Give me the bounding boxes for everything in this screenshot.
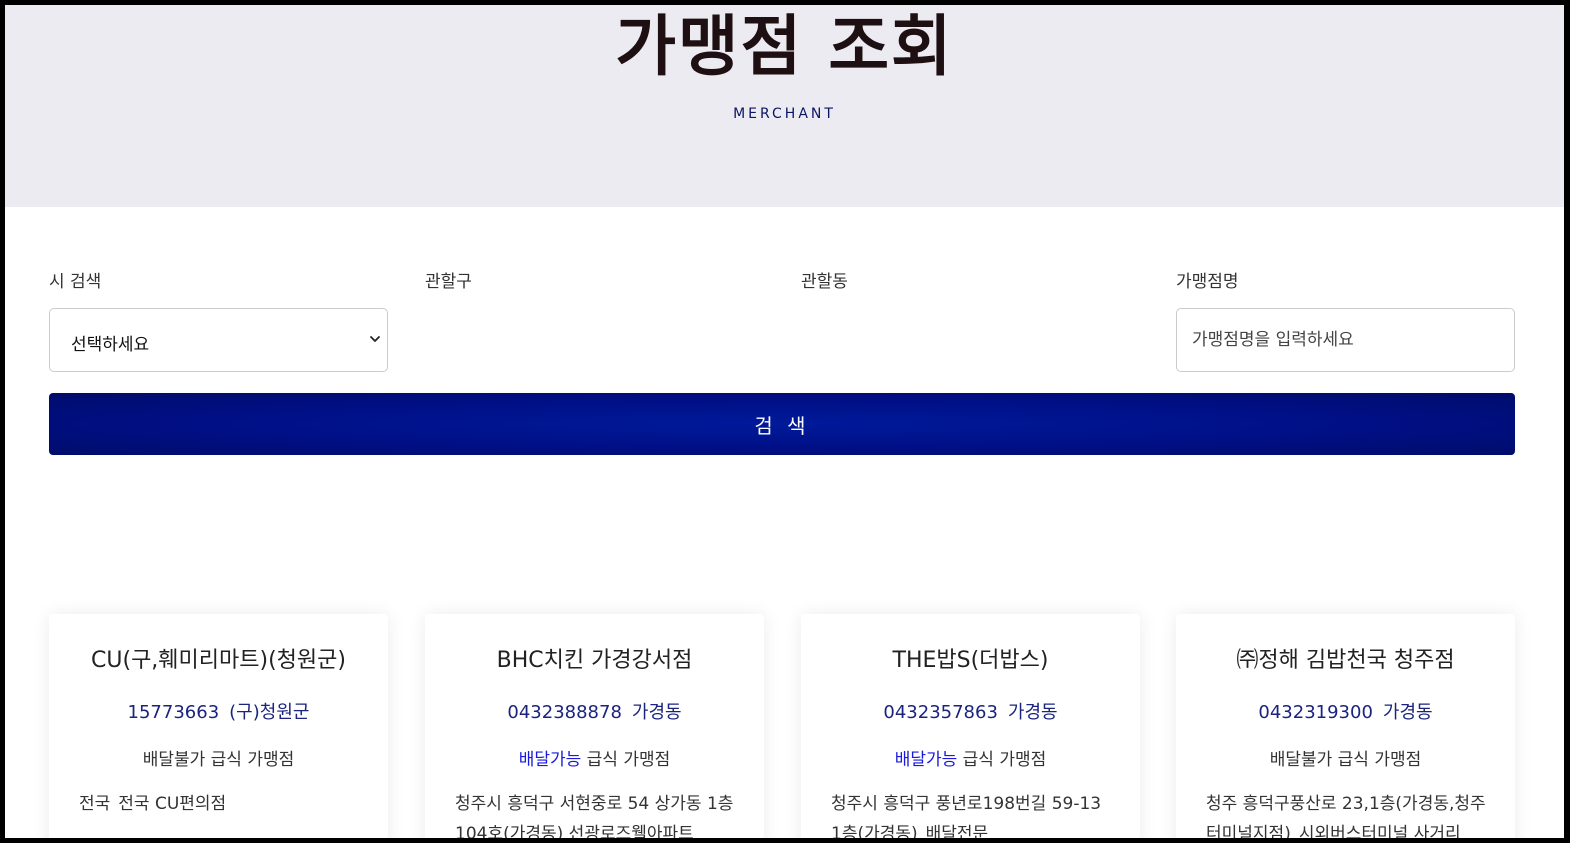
merchant-note: 시외버스터미널 사거리 — [1298, 824, 1461, 838]
merchant-address-block: 청주 흥덕구풍산로 23,1층(가경동,청주터미널지점) 시외버스터미널 사거리 — [1206, 789, 1491, 838]
merchant-phone: 0432388878 — [507, 702, 622, 723]
merchant-area: 가경동 — [631, 702, 682, 723]
merchant-phone: 0432357863 — [883, 702, 998, 723]
merchant-card[interactable]: ㈜정해 김밥천국 청주점 0432319300 가경동 배달불가 급식 가맹점 청… — [1176, 614, 1515, 838]
merchant-name-input[interactable] — [1176, 308, 1515, 372]
merchant-tags: 배달가능 급식 가맹점 — [425, 749, 764, 771]
merchant-address-block: 청주시 흥덕구 풍년로198번길 59-13 1층(가경동) 배달전문 — [831, 789, 1116, 838]
merchant-area: 가경동 — [1007, 702, 1058, 723]
merchant-name: CU(구,훼미리마트)(청원군) — [91, 648, 346, 673]
merchant-area: (구)청원군 — [229, 702, 310, 723]
merchant-contact: 0432357863 가경동 — [801, 701, 1140, 725]
merchant-category: 급식 가맹점 — [210, 750, 295, 770]
merchant-category: 급식 가맹점 — [1337, 750, 1422, 770]
delivery-status: 배달불가 — [1269, 750, 1333, 770]
merchant-name-label: 가맹점명 — [1176, 272, 1239, 292]
merchant-area: 가경동 — [1382, 702, 1433, 723]
district-label: 관할구 — [425, 272, 472, 292]
merchant-name: THE밥S(더밥스) — [892, 648, 1049, 673]
merchant-tags: 배달불가 급식 가맹점 — [1176, 749, 1515, 771]
merchant-name: ㈜정해 김밥천국 청주점 — [1236, 648, 1455, 673]
merchant-note: 전국 CU편의점 — [118, 794, 227, 814]
merchant-category: 급식 가맹점 — [962, 750, 1047, 770]
merchant-tags: 배달가능 급식 가맹점 — [801, 749, 1140, 771]
merchant-contact: 0432388878 가경동 — [425, 701, 764, 725]
merchant-contact: 0432319300 가경동 — [1176, 701, 1515, 725]
merchant-address: 전국 — [79, 794, 111, 814]
city-select[interactable]: 선택하세요 — [49, 308, 388, 372]
merchant-card[interactable]: BHC치킨 가경강서점 0432388878 가경동 배달가능 급식 가맹점 청주… — [425, 614, 764, 838]
merchant-card[interactable]: CU(구,훼미리마트)(청원군) 15773663 (구)청원군 배달불가 급식 … — [49, 614, 388, 838]
merchant-category: 급식 가맹점 — [586, 750, 671, 770]
merchant-address-block: 전국 전국 CU편의점 — [79, 789, 364, 819]
search-button[interactable]: 검 색 — [49, 393, 1515, 455]
page-subtitle: MERCHANT — [733, 106, 836, 122]
merchant-address-block: 청주시 흥덕구 서현중로 54 상가동 1층 104호(가경동) 선광로즈웰아파… — [455, 789, 740, 838]
chevron-down-icon — [370, 336, 380, 342]
merchant-tags: 배달불가 급식 가맹점 — [49, 749, 388, 771]
merchant-phone: 0432319300 — [1258, 702, 1373, 723]
delivery-status: 배달가능 — [894, 750, 958, 770]
merchant-phone: 15773663 — [127, 702, 220, 723]
delivery-status: 배달가능 — [518, 750, 582, 770]
merchant-contact: 15773663 (구)청원군 — [49, 701, 388, 725]
dong-label: 관할동 — [801, 272, 848, 292]
merchant-name: BHC치킨 가경강서점 — [496, 648, 693, 673]
page-header: 가맹점 조회 MERCHANT — [5, 5, 1564, 207]
merchant-note: 배달전문 — [925, 824, 989, 838]
merchant-address: 청주시 흥덕구 서현중로 54 상가동 1층 104호(가경동) 선광로즈웰아파… — [455, 794, 734, 838]
city-select-value: 선택하세요 — [71, 335, 150, 355]
merchant-card[interactable]: THE밥S(더밥스) 0432357863 가경동 배달가능 급식 가맹점 청주시… — [801, 614, 1140, 838]
page-title: 가맹점 조회 — [615, 8, 954, 85]
page: 가맹점 조회 MERCHANT 시 검색 관할구 관할동 가맹점명 선택하세요 … — [5, 5, 1564, 838]
delivery-status: 배달불가 — [142, 750, 206, 770]
city-search-label: 시 검색 — [49, 272, 102, 292]
